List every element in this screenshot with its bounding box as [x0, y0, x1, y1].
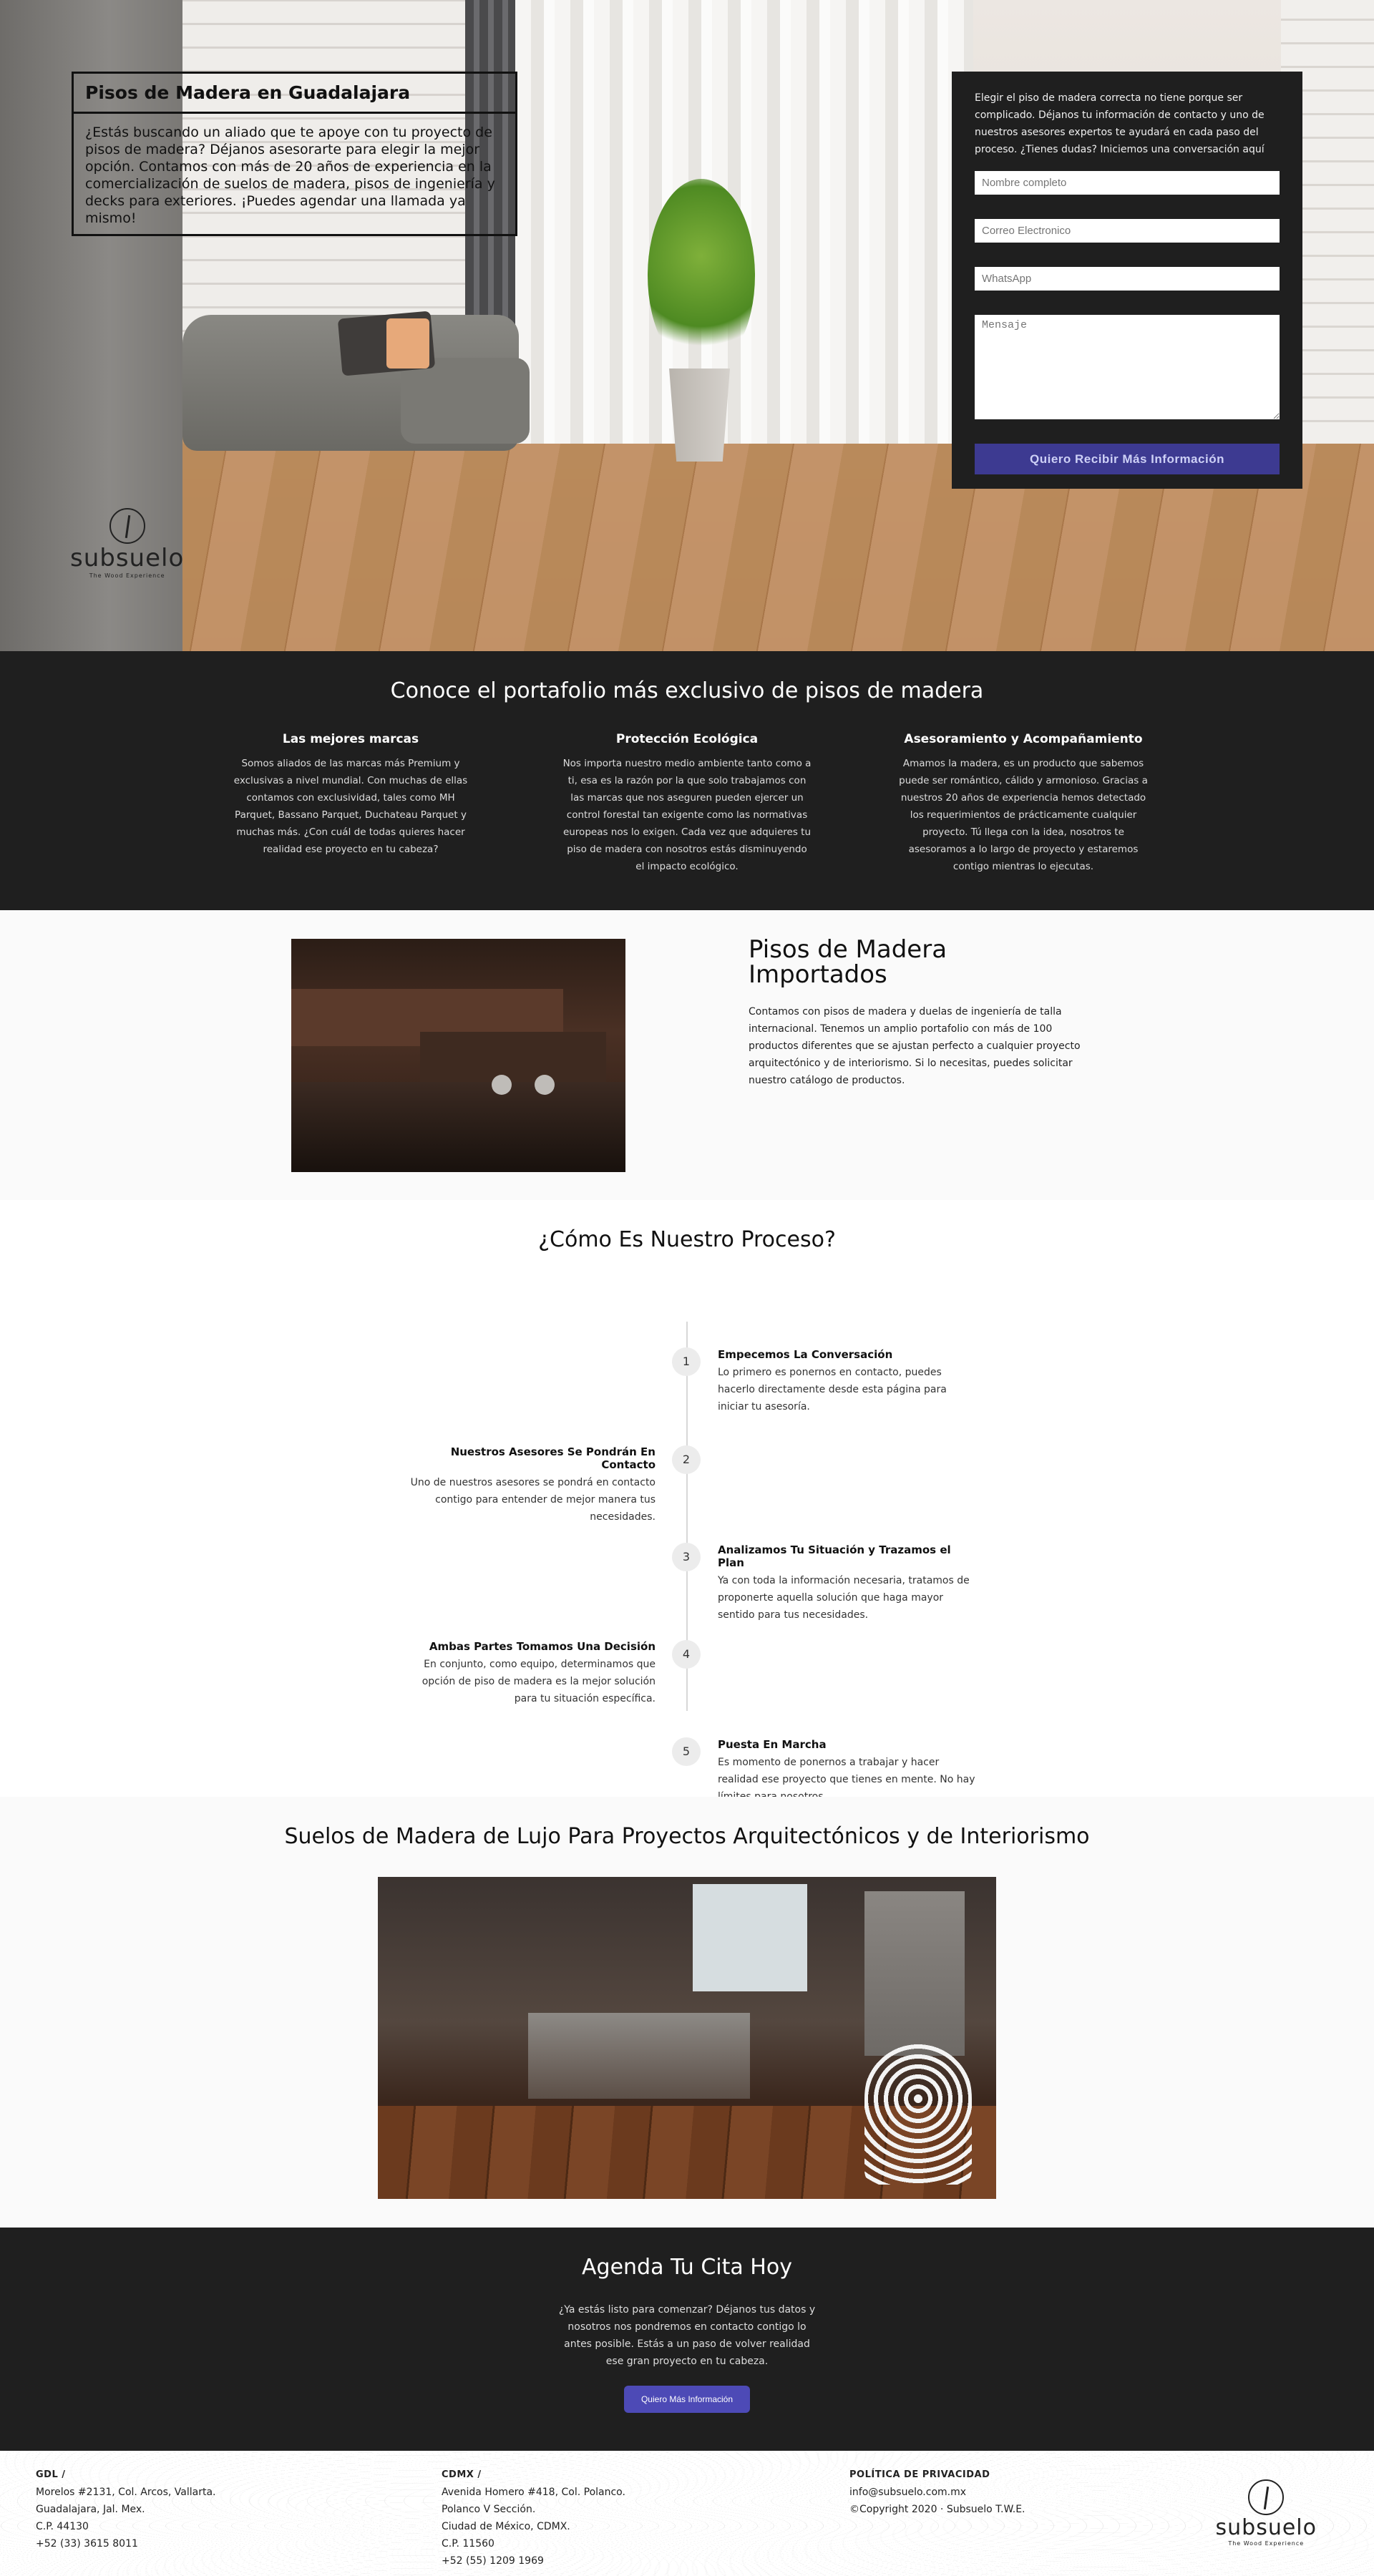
- footer-line: Ciudad de México, CDMX.: [442, 2521, 570, 2532]
- footer-gdl-title: GDL /: [36, 2469, 66, 2480]
- feature-text: Somos aliados de las marcas más Premium …: [233, 758, 468, 855]
- feature-title: Protección Ecológica: [615, 732, 759, 746]
- hero-bg-plant: [648, 179, 755, 372]
- logo-tagline: The Wood Experience: [1228, 2540, 1305, 2547]
- step-number: 2: [672, 1445, 701, 1474]
- features-heading: Conoce el portafolio más exclusivo de pi…: [390, 678, 984, 703]
- cta-heading: Agenda Tu Cita Hoy: [582, 2255, 792, 2280]
- image-stool: [492, 1075, 512, 1095]
- feature-title: Las mejores marcas: [282, 732, 419, 746]
- imported-text: Contamos con pisos de madera y duelas de…: [749, 1006, 1081, 1086]
- image-chair: [864, 2041, 972, 2185]
- step-number: 5: [672, 1737, 701, 1766]
- logo-tagline: The Wood Experience: [89, 572, 165, 579]
- step-title: Ambas Partes Tomamos Una Decisión: [429, 1640, 656, 1653]
- footer-line: Polanco V Sección.: [442, 2504, 536, 2515]
- feature-text: Amamos la madera, es un producto que sab…: [899, 758, 1148, 872]
- step-content: Analizamos Tu Situación y Trazamos el Pl…: [718, 1543, 975, 1624]
- footer-phone[interactable]: +52 (33) 3615 8011: [36, 2535, 215, 2552]
- step-title: Nuestros Asesores Se Pondrán En Contacto: [450, 1445, 656, 1471]
- logo-name: subsuelo: [1215, 2515, 1317, 2540]
- image-window: [693, 1884, 807, 1991]
- feature-advice: Asesoramiento y Acompañamiento Amamos la…: [898, 732, 1149, 875]
- luxury-heading: Suelos de Madera de Lujo Para Proyectos …: [284, 1824, 1090, 1849]
- step-text: Ya con toda la información necesaria, tr…: [718, 1575, 970, 1621]
- message-textarea[interactable]: [975, 315, 1280, 419]
- feature-text: Nos importa nuestro medio ambiente tanto…: [562, 758, 812, 872]
- imported-heading: Pisos de Madera Importados: [749, 935, 947, 989]
- process-heading: ¿Cómo Es Nuestro Proceso?: [538, 1227, 836, 1252]
- step-content: Nuestros Asesores Se Pondrán En Contacto…: [398, 1445, 656, 1526]
- step-content: Puesta En Marcha Es momento de ponernos …: [718, 1738, 975, 1805]
- step-text: Uno de nuestros asesores se pondrá en co…: [410, 1477, 656, 1523]
- luxury-kitchen-image: [378, 1877, 996, 2199]
- kitchen-wood-floor-image: [291, 939, 625, 1172]
- footer-privacy: POLÍTICA DE PRIVACIDAD info@subsuelo.com…: [849, 2467, 1025, 2518]
- feature-eco: Protección Ecológica Nos importa nuestro…: [562, 732, 812, 875]
- more-info-button[interactable]: Quiero Más Información: [624, 2386, 750, 2413]
- email-input[interactable]: [975, 219, 1280, 243]
- hero-bg-sofa-chaise: [401, 358, 530, 444]
- hero-bg-pillow-accent: [386, 318, 429, 369]
- feature-title: Asesoramiento y Acompañamiento: [904, 732, 1143, 746]
- features-columns: Las mejores marcas Somos aliados de las …: [0, 732, 1374, 875]
- footer-line: Guadalajara, Jal. Mex.: [36, 2504, 145, 2515]
- privacy-policy-link[interactable]: POLÍTICA DE PRIVACIDAD: [849, 2467, 1025, 2484]
- hero-title: Pisos de Madera en Guadalajara: [74, 74, 515, 114]
- footer-line: Morelos #2131, Col. Arcos, Vallarta.: [36, 2487, 216, 2498]
- submit-info-button[interactable]: Quiero Recibir Más Información: [975, 444, 1280, 474]
- feature-brands: Las mejores marcas Somos aliados de las …: [225, 732, 476, 875]
- imported-section: Pisos de Madera Importados Contamos con …: [0, 910, 1374, 1200]
- step-title: Analizamos Tu Situación y Trazamos el Pl…: [718, 1543, 951, 1569]
- image-floor: [291, 1082, 625, 1172]
- contact-form: Elegir el piso de madera correcta no tie…: [952, 72, 1302, 489]
- footer: GDL / Morelos #2131, Col. Arcos, Vallart…: [0, 2451, 1374, 2576]
- footer-copyright: ©Copyright 2020 · Subsuelo T.W.E.: [849, 2504, 1025, 2515]
- hero-logo[interactable]: subsuelo The Wood Experience: [70, 508, 184, 579]
- footer-phone[interactable]: +52 (55) 1209 1969: [442, 2552, 625, 2570]
- form-intro-text: Elegir el piso de madera correcta no tie…: [975, 92, 1265, 155]
- footer-email[interactable]: info@subsuelo.com.mx: [849, 2484, 1025, 2501]
- footer-cdmx: CDMX / Avenida Homero #418, Col. Polanco…: [442, 2467, 625, 2570]
- logo-name: subsuelo: [70, 544, 185, 572]
- image-stool: [535, 1075, 555, 1095]
- step-number: 3: [672, 1543, 701, 1571]
- name-input[interactable]: [975, 171, 1280, 195]
- tree-logo-icon: [109, 508, 145, 544]
- footer-logo[interactable]: subsuelo The Wood Experience: [1216, 2479, 1317, 2547]
- footer-gdl: GDL / Morelos #2131, Col. Arcos, Vallart…: [36, 2467, 215, 2552]
- hero-intro-box: Pisos de Madera en Guadalajara ¿Estás bu…: [72, 72, 517, 236]
- step-number: 1: [672, 1347, 701, 1376]
- process-section: ¿Cómo Es Nuestro Proceso? 1 Empecemos La…: [0, 1200, 1374, 1802]
- footer-line: C.P. 11560: [442, 2538, 494, 2550]
- luxury-section: Suelos de Madera de Lujo Para Proyectos …: [0, 1797, 1374, 2228]
- step-title: Puesta En Marcha: [718, 1738, 827, 1751]
- cta-text: ¿Ya estás listo para comenzar? Déjanos t…: [558, 2304, 816, 2367]
- footer-line: C.P. 44130: [36, 2521, 89, 2532]
- hero-intro-text: ¿Estás buscando un aliado que te apoye c…: [85, 125, 495, 226]
- step-content: Ambas Partes Tomamos Una Decisión En con…: [398, 1640, 656, 1707]
- features-section: Conoce el portafolio más exclusivo de pi…: [0, 651, 1374, 910]
- image-island: [528, 2013, 750, 2099]
- whatsapp-input[interactable]: [975, 267, 1280, 291]
- step-text: En conjunto, como equipo, determinamos q…: [422, 1659, 656, 1704]
- step-number: 4: [672, 1640, 701, 1669]
- cta-section: Agenda Tu Cita Hoy ¿Ya estás listo para …: [0, 2228, 1374, 2451]
- image-oven: [864, 1891, 965, 2056]
- hero-section: Pisos de Madera en Guadalajara ¿Estás bu…: [0, 0, 1374, 651]
- step-content: Empecemos La Conversación Lo primero es …: [718, 1348, 975, 1415]
- footer-cdmx-title: CDMX /: [442, 2469, 482, 2480]
- step-text: Lo primero es ponernos en contacto, pued…: [718, 1367, 947, 1413]
- footer-line: Avenida Homero #418, Col. Polanco.: [442, 2487, 625, 2498]
- step-title: Empecemos La Conversación: [718, 1348, 893, 1361]
- tree-logo-icon: [1248, 2479, 1285, 2515]
- hero-bg-plant-pot: [669, 369, 730, 462]
